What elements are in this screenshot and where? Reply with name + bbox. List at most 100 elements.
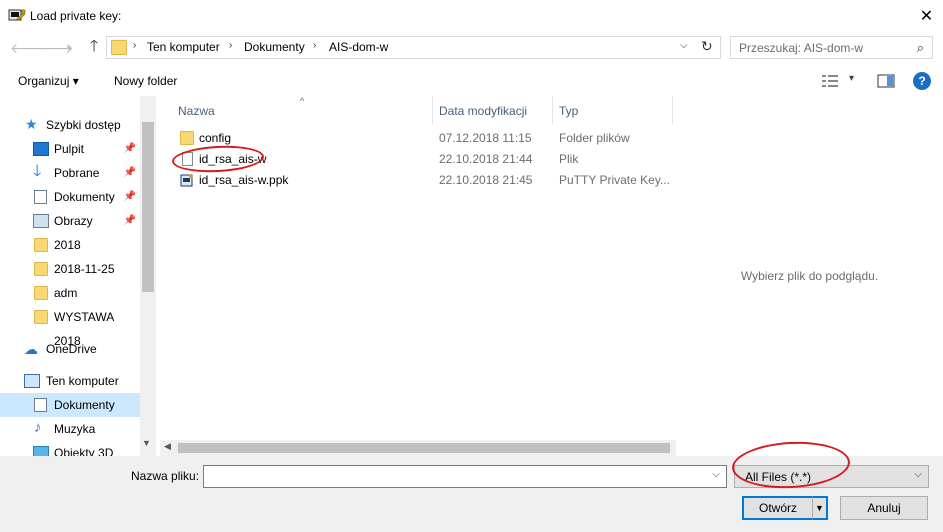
open-button[interactable]: Otwórz: [742, 496, 814, 520]
sidebar-item-onedrive[interactable]: ☁ OneDrive: [0, 337, 140, 361]
star-icon: ★: [25, 116, 38, 132]
file-type: PuTTY Private Key...: [559, 173, 670, 187]
sidebar-item-this-pc[interactable]: Ten komputer: [0, 369, 140, 393]
sidebar-item-label: Pulpit: [54, 142, 85, 156]
search-icon: ⌕: [916, 40, 924, 55]
column-divider[interactable]: [552, 96, 553, 124]
forward-button[interactable]: 🡒: [36, 38, 74, 58]
filename-field[interactable]: ⌵: [203, 465, 727, 488]
close-icon: ✕: [919, 8, 934, 25]
breadcrumb-ten-komputer[interactable]: Ten komputer: [147, 40, 220, 54]
column-divider[interactable]: [672, 96, 673, 124]
file-name: id_rsa_ais-w.ppk: [199, 173, 289, 187]
breadcrumb-separator-icon: ›: [313, 40, 317, 51]
cancel-button[interactable]: Anuluj: [840, 496, 928, 520]
up-button[interactable]: 🡑: [84, 37, 104, 57]
pin-icon: 📌: [123, 191, 136, 202]
search-input[interactable]: Przeszukaj: AIS-dom-w ⌕: [730, 36, 933, 59]
address-bar[interactable]: › Ten komputer › Dokumenty › AIS-dom-w ⌵…: [106, 36, 721, 59]
sidebar-item-2018[interactable]: 2018: [0, 233, 140, 257]
breadcrumb-dokumenty[interactable]: Dokumenty: [244, 40, 305, 54]
sidebar-item-label: Ten komputer: [46, 374, 119, 388]
horizontal-scrollbar[interactable]: ◀: [160, 440, 676, 456]
folder-icon: [34, 286, 48, 300]
sidebar-item-music[interactable]: ♪ Muzyka: [0, 417, 140, 441]
sidebar-item-label: 2018-11-25: [54, 262, 115, 276]
preview-pane: Wybierz plik do podglądu.: [676, 96, 943, 456]
close-button[interactable]: ✕: [910, 0, 943, 32]
column-header-date[interactable]: Data modyfikacji: [439, 104, 527, 118]
preview-pane-icon[interactable]: [877, 72, 895, 90]
sidebar-item-label: OneDrive: [46, 342, 97, 356]
file-date: 22.10.2018 21:44: [439, 152, 533, 166]
column-divider[interactable]: [432, 96, 433, 124]
recent-locations-button[interactable]: ▾: [62, 38, 76, 58]
sidebar-item-wystawa-2018[interactable]: WYSTAWA 2018: [0, 305, 140, 348]
title-bar: Load private key: ✕: [0, 0, 943, 32]
sidebar-item-quick-access[interactable]: ★ Szybki dostęp: [0, 113, 140, 137]
column-header-type[interactable]: Typ: [559, 104, 578, 118]
file-row-config[interactable]: config 07.12.2018 11:15 Folder plików: [172, 128, 672, 148]
sidebar-item-label: Dokumenty: [54, 398, 115, 412]
sidebar-item-pictures[interactable]: Obrazy 📌: [0, 209, 140, 233]
file-list: ^ Nazwa Data modyfikacji Typ config 07.1…: [156, 96, 676, 456]
chevron-down-icon[interactable]: ⌵: [712, 469, 720, 480]
pin-icon: 📌: [123, 143, 136, 154]
breadcrumb-separator-icon: ›: [229, 40, 233, 51]
sidebar-item-label: 2018: [54, 238, 81, 252]
navigation-pane: ★ Szybki dostęp Pulpit 📌 🡓 Pobrane 📌 Dok…: [0, 96, 156, 456]
sidebar-item-desktop[interactable]: Pulpit 📌: [0, 137, 140, 161]
chevron-down-icon: ▼: [815, 503, 824, 513]
breadcrumb-separator-icon: ›: [133, 40, 137, 51]
download-icon: 🡓: [33, 163, 42, 180]
organize-button[interactable]: Organizuj ▾: [18, 74, 79, 88]
chevron-down-icon: ⌵: [914, 469, 922, 480]
sidebar-item-downloads[interactable]: 🡓 Pobrane 📌: [0, 161, 140, 185]
nav-scrollbar-thumb[interactable]: [142, 122, 154, 292]
file-name: id_rsa_ais-w: [199, 152, 267, 166]
putty-app-icon: [8, 9, 26, 21]
sidebar-item-label: Dokumenty: [54, 190, 115, 204]
chevron-down-icon[interactable]: ▼: [142, 438, 151, 448]
file-type-value: All Files (*.*): [745, 470, 812, 484]
documents-icon: [34, 190, 47, 204]
back-button[interactable]: 🡐: [10, 38, 48, 58]
folder-icon: [34, 262, 48, 276]
folder-icon: [111, 40, 127, 55]
file-row-id-rsa-ais-w[interactable]: id_rsa_ais-w 22.10.2018 21:44 Plik: [172, 149, 672, 169]
view-options-button[interactable]: ▾: [822, 72, 860, 90]
breadcrumb-ais-dom-w[interactable]: AIS-dom-w: [329, 40, 388, 54]
sidebar-item-2018-11-25[interactable]: 2018-11-25: [0, 257, 140, 281]
filename-label: Nazwa pliku:: [131, 469, 200, 483]
computer-icon: [24, 374, 40, 388]
chevron-left-icon[interactable]: ◀: [164, 441, 171, 452]
preview-message: Wybierz plik do podglądu.: [740, 269, 879, 283]
music-icon: ♪: [34, 419, 42, 436]
file-row-id-rsa-ais-w-ppk[interactable]: id_rsa_ais-w.ppk 22.10.2018 21:45 PuTTY …: [172, 170, 672, 190]
column-header-name[interactable]: Nazwa: [178, 104, 215, 118]
file-type-select[interactable]: All Files (*.*) ⌵: [734, 465, 929, 488]
horizontal-scrollbar-thumb[interactable]: [178, 443, 670, 453]
refresh-icon[interactable]: ↻: [701, 38, 713, 55]
sidebar-item-documents-quick[interactable]: Dokumenty 📌: [0, 185, 140, 209]
open-options-button[interactable]: ▼: [812, 496, 828, 520]
chevron-down-icon[interactable]: ⌵: [680, 40, 688, 51]
file-type: Plik: [559, 152, 579, 166]
chevron-down-icon: ▾: [849, 73, 855, 84]
nav-scrollbar[interactable]: ▼: [140, 96, 156, 456]
sidebar-item-label: Obrazy: [54, 214, 93, 228]
sort-ascending-icon: ^: [300, 96, 305, 106]
sidebar-item-label: adm: [54, 286, 78, 300]
help-icon[interactable]: ?: [913, 72, 931, 90]
folder-icon: [34, 310, 48, 324]
3d-objects-icon: [33, 446, 49, 456]
sidebar-item-documents[interactable]: Dokumenty: [0, 393, 140, 417]
sidebar-item-label: Muzyka: [54, 422, 96, 436]
file-type: Folder plików: [559, 131, 630, 145]
sidebar-item-3d-objects[interactable]: Obiekty 3D: [0, 441, 140, 456]
file-name: config: [199, 131, 232, 145]
sidebar-item-adm[interactable]: adm: [0, 281, 140, 305]
new-folder-button[interactable]: Nowy folder: [114, 74, 177, 88]
dialog-footer: Nazwa pliku: ⌵ All Files (*.*) ⌵ Otwórz …: [0, 456, 943, 532]
file-date: 22.10.2018 21:45: [439, 173, 533, 187]
